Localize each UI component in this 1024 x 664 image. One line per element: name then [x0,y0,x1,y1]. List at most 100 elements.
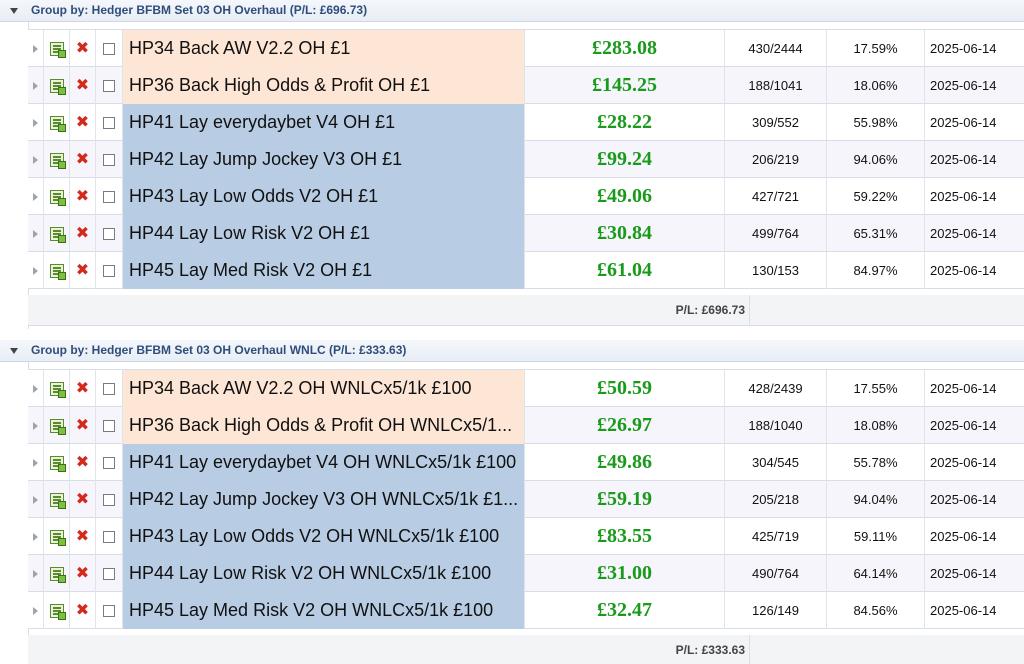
row-expand-cell[interactable] [28,30,44,67]
edit-icon[interactable] [49,529,66,546]
delete-x-icon[interactable]: ✖ [76,491,89,508]
edit-icon[interactable] [49,41,66,58]
row-edit-cell[interactable] [44,30,70,67]
delete-x-icon[interactable]: ✖ [76,528,89,545]
row-delete-cell[interactable]: ✖ [70,555,96,592]
row-expand-cell[interactable] [28,444,44,481]
edit-icon[interactable] [49,263,66,280]
strategy-name[interactable]: HP42 Lay Jump Jockey V3 OH £1 [123,141,525,178]
row-select-cell[interactable] [96,30,123,67]
row-delete-cell[interactable]: ✖ [70,444,96,481]
edit-icon[interactable] [49,189,66,206]
delete-x-icon[interactable]: ✖ [76,262,89,279]
row-select-cell[interactable] [96,178,123,215]
row-select-cell[interactable] [96,407,123,444]
table-row[interactable]: ✖ HP45 Lay Med Risk V2 OH £1 £61.04 130/153… [28,252,1024,289]
row-checkbox[interactable] [103,42,115,55]
row-expand-cell[interactable] [28,104,44,141]
delete-x-icon[interactable]: ✖ [76,188,89,205]
table-row[interactable]: ✖ HP42 Lay Jump Jockey V3 OH WNLCx5/1k £1… [28,481,1024,518]
delete-x-icon[interactable]: ✖ [76,114,89,131]
expand-arrow-icon[interactable] [33,495,38,504]
edit-icon[interactable] [49,152,66,169]
strategy-name[interactable]: HP36 Back High Odds & Profit OH WNLCx5/1… [123,407,525,444]
table-row[interactable]: ✖ HP43 Lay Low Odds V2 OH £1 £49.06 427/721… [28,178,1024,215]
group-header[interactable]: Group by: Hedger BFBM Set 03 OH Overhaul… [0,340,1024,362]
table-row[interactable]: ✖ HP34 Back AW V2.2 OH WNLCx5/1k £100 £50.… [28,370,1024,407]
strategy-name[interactable]: HP44 Lay Low Risk V2 OH £1 [123,215,525,252]
row-edit-cell[interactable] [44,141,70,178]
delete-x-icon[interactable]: ✖ [76,565,89,582]
row-edit-cell[interactable] [44,370,70,407]
strategy-name[interactable]: HP45 Lay Med Risk V2 OH WNLCx5/1k £100 [123,592,525,629]
delete-x-icon[interactable]: ✖ [76,380,89,397]
strategy-name[interactable]: HP41 Lay everydaybet V4 OH WNLCx5/1k £10… [123,444,525,481]
row-select-cell[interactable] [96,592,123,629]
strategy-name[interactable]: HP36 Back High Odds & Profit OH £1 [123,67,525,104]
row-checkbox[interactable] [103,190,115,203]
strategy-name[interactable]: HP43 Lay Low Odds V2 OH WNLCx5/1k £100 [123,518,525,555]
edit-icon[interactable] [49,78,66,95]
row-checkbox[interactable] [103,116,115,129]
row-delete-cell[interactable]: ✖ [70,481,96,518]
row-expand-cell[interactable] [28,215,44,252]
row-checkbox[interactable] [103,153,115,166]
expand-arrow-icon[interactable] [33,606,38,615]
strategy-name[interactable]: HP41 Lay everydaybet V4 OH £1 [123,104,525,141]
row-delete-cell[interactable]: ✖ [70,67,96,104]
row-edit-cell[interactable] [44,555,70,592]
edit-icon[interactable] [49,226,66,243]
row-checkbox[interactable] [103,456,115,469]
edit-icon[interactable] [49,492,66,509]
row-delete-cell[interactable]: ✖ [70,215,96,252]
row-expand-cell[interactable] [28,252,44,289]
row-select-cell[interactable] [96,215,123,252]
row-delete-cell[interactable]: ✖ [70,592,96,629]
strategy-name[interactable]: HP42 Lay Jump Jockey V3 OH WNLCx5/1k £1.… [123,481,525,518]
row-edit-cell[interactable] [44,215,70,252]
row-expand-cell[interactable] [28,518,44,555]
table-row[interactable]: ✖ HP42 Lay Jump Jockey V3 OH £1 £99.24 206/… [28,141,1024,178]
expand-arrow-icon[interactable] [33,569,38,578]
expand-arrow-icon[interactable] [33,229,38,238]
row-delete-cell[interactable]: ✖ [70,104,96,141]
strategy-name[interactable]: HP45 Lay Med Risk V2 OH £1 [123,252,525,289]
row-checkbox[interactable] [103,530,115,543]
row-checkbox[interactable] [103,79,115,92]
delete-x-icon[interactable]: ✖ [76,151,89,168]
row-checkbox[interactable] [103,604,115,617]
row-edit-cell[interactable] [44,444,70,481]
row-edit-cell[interactable] [44,178,70,215]
row-checkbox[interactable] [103,264,115,277]
expand-arrow-icon[interactable] [33,155,38,164]
row-edit-cell[interactable] [44,481,70,518]
row-expand-cell[interactable] [28,141,44,178]
edit-icon[interactable] [49,418,66,435]
row-expand-cell[interactable] [28,370,44,407]
row-delete-cell[interactable]: ✖ [70,178,96,215]
table-row[interactable]: ✖ HP41 Lay everydaybet V4 OH £1 £28.22 309/… [28,104,1024,141]
row-delete-cell[interactable]: ✖ [70,370,96,407]
row-edit-cell[interactable] [44,592,70,629]
expand-arrow-icon[interactable] [33,421,38,430]
table-row[interactable]: ✖ HP36 Back High Odds & Profit OH WNLCx5/… [28,407,1024,444]
table-row[interactable]: ✖ HP34 Back AW V2.2 OH £1 £283.08 430/2444 1… [28,30,1024,67]
expand-arrow-icon[interactable] [33,81,38,90]
expand-arrow-icon[interactable] [33,266,38,275]
row-expand-cell[interactable] [28,178,44,215]
row-expand-cell[interactable] [28,555,44,592]
row-select-cell[interactable] [96,481,123,518]
delete-x-icon[interactable]: ✖ [76,40,89,57]
row-expand-cell[interactable] [28,592,44,629]
table-row[interactable]: ✖ HP44 Lay Low Risk V2 OH £1 £30.84 499/764… [28,215,1024,252]
row-checkbox[interactable] [103,419,115,432]
strategy-name[interactable]: HP34 Back AW V2.2 OH £1 [123,30,525,67]
edit-icon[interactable] [49,115,66,132]
row-expand-cell[interactable] [28,407,44,444]
row-select-cell[interactable] [96,370,123,407]
row-select-cell[interactable] [96,518,123,555]
table-row[interactable]: ✖ HP44 Lay Low Risk V2 OH WNLCx5/1k £100 £… [28,555,1024,592]
collapse-toggle-icon[interactable] [10,348,18,354]
row-delete-cell[interactable]: ✖ [70,252,96,289]
row-edit-cell[interactable] [44,67,70,104]
